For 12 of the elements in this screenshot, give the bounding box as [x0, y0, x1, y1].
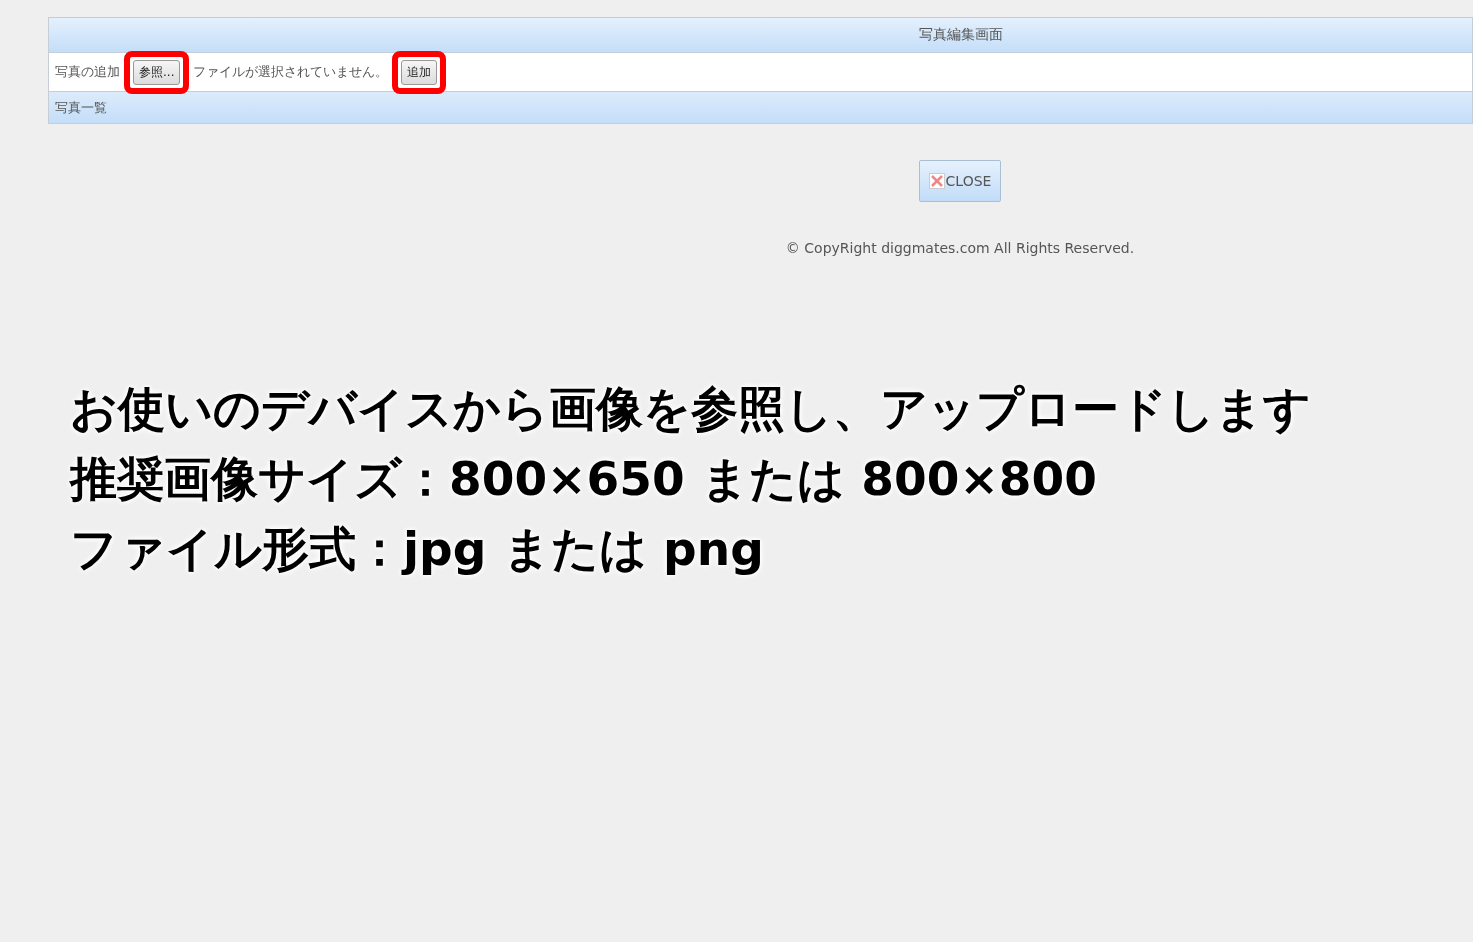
caption-line: お使いのデバイスから画像を参照し、アップロードします — [70, 380, 1312, 438]
caption-line: 推奨画像サイズ：800×650 または 800×800 — [70, 450, 1098, 508]
photo-list-heading: 写真一覧 — [55, 98, 107, 117]
screen-title: 写真編集画面 — [918, 26, 1003, 44]
copyright-text: © CopyRight diggmates.com All Rights Reserved. — [785, 240, 1135, 256]
add-button[interactable]: 追加 — [401, 59, 438, 85]
browse-button[interactable]: 参照... — [133, 59, 181, 85]
close-button[interactable]: CLOSE — [918, 160, 1002, 202]
caption-line: ファイル形式：jpg または png — [70, 520, 765, 578]
upload-label: 写真の追加 — [55, 63, 120, 81]
close-icon — [928, 173, 945, 189]
file-status-text: ファイルが選択されていません。 — [193, 63, 389, 81]
